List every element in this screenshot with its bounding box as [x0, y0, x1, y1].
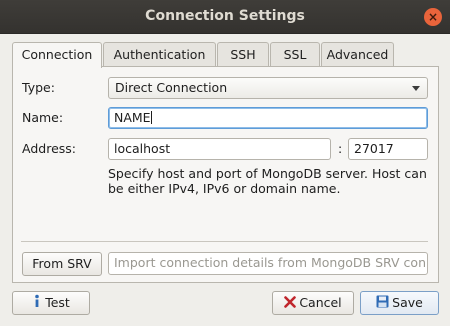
address-help-text: Specify host and port of MongoDB server.… — [108, 166, 427, 196]
from-srv-button[interactable]: From SRV — [22, 252, 102, 276]
host-input[interactable]: localhost — [108, 138, 331, 160]
tab-authentication[interactable]: Authentication — [103, 42, 216, 67]
host-input-value: localhost — [114, 141, 171, 156]
close-button[interactable]: × — [424, 8, 442, 26]
tab-connection[interactable]: Connection — [12, 42, 102, 68]
connection-panel: Type: Direct Connection Name: NAME Addre… — [12, 66, 439, 283]
name-input-value: NAME — [114, 110, 151, 125]
save-button[interactable]: Save — [360, 291, 439, 315]
address-label: Address: — [22, 141, 76, 156]
port-separator: : — [338, 141, 343, 156]
port-input[interactable]: 27017 — [348, 138, 428, 160]
divider — [21, 241, 428, 242]
cancel-x-icon — [284, 293, 297, 315]
info-icon — [32, 293, 42, 315]
text-cursor — [150, 111, 152, 124]
cancel-button[interactable]: Cancel — [272, 291, 354, 315]
type-label: Type: — [22, 80, 55, 95]
srv-input-placeholder: Import connection details from MongoDB S… — [114, 255, 428, 270]
test-button-label: Test — [45, 295, 70, 310]
floppy-disk-icon — [376, 293, 389, 315]
name-input[interactable]: NAME — [108, 107, 428, 129]
help-line-1: Specify host and port of MongoDB server.… — [108, 166, 427, 181]
tab-ssh[interactable]: SSH — [217, 42, 269, 67]
close-icon: × — [427, 10, 439, 24]
tab-ssl[interactable]: SSL — [270, 42, 320, 67]
cancel-button-label: Cancel — [299, 295, 342, 310]
tab-advanced[interactable]: Advanced — [321, 42, 394, 67]
type-select-value: Direct Connection — [115, 80, 228, 95]
save-button-label: Save — [392, 295, 423, 310]
title-bar: Connection Settings × — [0, 0, 450, 34]
test-button[interactable]: Test — [12, 291, 90, 315]
srv-input[interactable]: Import connection details from MongoDB S… — [108, 252, 428, 275]
type-select[interactable]: Direct Connection — [108, 77, 428, 99]
help-line-2: be either IPv4, IPv6 or domain name. — [108, 181, 341, 196]
port-input-value: 27017 — [354, 141, 394, 156]
window-title: Connection Settings — [145, 8, 305, 24]
name-label: Name: — [22, 110, 64, 125]
chevron-down-icon — [412, 86, 420, 91]
